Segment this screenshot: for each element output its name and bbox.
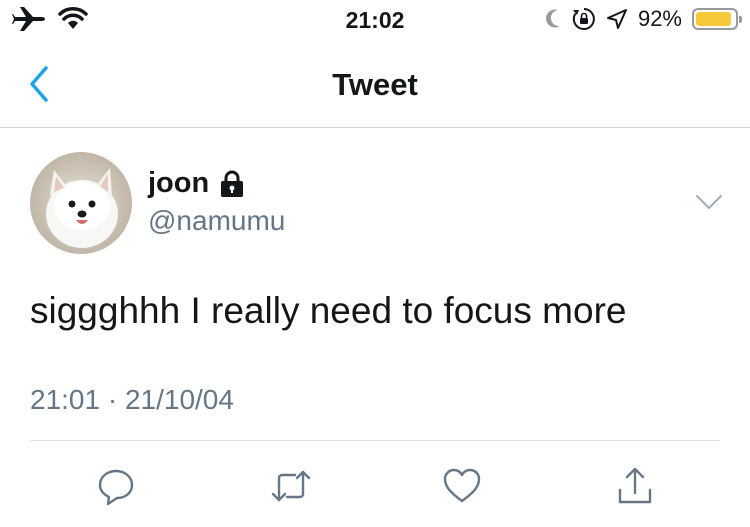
like-button[interactable] bbox=[434, 458, 490, 514]
reply-icon bbox=[98, 469, 134, 506]
battery-nub bbox=[739, 16, 742, 23]
battery-icon bbox=[692, 8, 742, 30]
location-arrow-icon bbox=[606, 9, 627, 29]
share-icon bbox=[618, 467, 652, 504]
reply-button[interactable] bbox=[88, 458, 144, 514]
author-name-row: joon bbox=[148, 167, 245, 200]
share-button[interactable] bbox=[607, 458, 663, 514]
battery-percent: 92% bbox=[637, 6, 682, 31]
rotation-lock-icon bbox=[572, 8, 595, 30]
action-bar bbox=[0, 458, 750, 514]
avatar-image bbox=[30, 152, 132, 254]
retweet-button[interactable] bbox=[263, 458, 319, 514]
lock-icon bbox=[221, 170, 244, 197]
chevron-down-icon[interactable] bbox=[694, 191, 724, 213]
nav-bar: Tweet bbox=[0, 40, 750, 128]
status-bar-right: 92% bbox=[544, 6, 742, 32]
moon-icon bbox=[545, 9, 560, 28]
retweet-icon bbox=[271, 470, 311, 502]
author-name[interactable]: joon bbox=[148, 167, 209, 200]
avatar[interactable] bbox=[30, 152, 132, 254]
tweet-timestamp[interactable]: 21:01 · 21/10/04 bbox=[30, 384, 234, 416]
author-handle[interactable]: @namumu bbox=[148, 205, 285, 237]
like-icon bbox=[443, 468, 481, 503]
page-title: Tweet bbox=[332, 67, 418, 102]
battery-level bbox=[696, 12, 731, 26]
status-bar: 21:02 92% bbox=[0, 0, 750, 40]
tweet-text: sigggh​hh I really need to focus more bbox=[30, 290, 627, 331]
divider bbox=[30, 440, 720, 441]
